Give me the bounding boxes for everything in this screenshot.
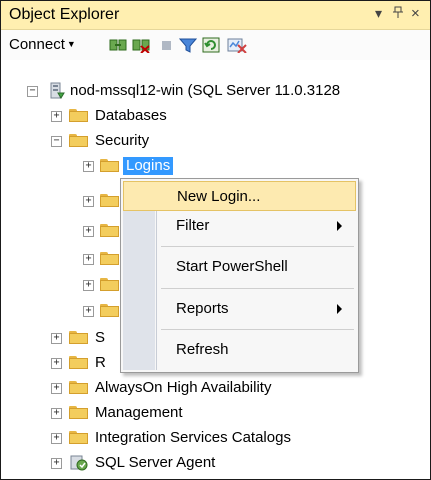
menu-item-label: Reports (176, 300, 229, 317)
menu-separator (161, 246, 354, 247)
tree-label: S (95, 329, 106, 346)
tree-label: Integration Services Catalogs (95, 429, 291, 446)
menu-item-label: Refresh (176, 341, 229, 358)
expand-icon[interactable]: + (51, 333, 62, 344)
pin-icon[interactable] (393, 5, 403, 21)
panel-title-bar: Object Explorer ▾ × (1, 1, 430, 30)
tree-node-security[interactable]: − Security (1, 129, 430, 153)
expand-icon[interactable]: + (51, 111, 62, 122)
menu-separator (161, 288, 354, 289)
expand-icon[interactable]: + (83, 306, 94, 317)
tree-label: Management (95, 404, 183, 421)
expand-icon[interactable]: + (83, 280, 94, 291)
tree-node-logins[interactable]: + Logins (1, 154, 430, 178)
tree-node-security-child[interactable]: + (1, 273, 119, 297)
tree-node-server[interactable]: − nod-mssql12-win (SQL Server 11.0.3128 (1, 79, 430, 103)
folder-icon (69, 109, 88, 122)
menu-item-reports[interactable]: Reports (123, 294, 356, 324)
menu-item-label: Filter (176, 217, 210, 234)
folder-icon (69, 331, 88, 344)
expand-icon[interactable]: + (83, 161, 94, 172)
tree-label: SQL Server Agent (95, 454, 216, 471)
expand-icon[interactable]: + (51, 433, 62, 444)
tree-node-security-child[interactable]: + (1, 219, 119, 243)
tree-node-server-objects[interactable]: + S (1, 326, 119, 350)
folder-icon (100, 278, 119, 291)
context-menu: New Login... Filter Start PowerShell Rep… (120, 178, 359, 373)
object-explorer-panel: Object Explorer ▾ × Connect ▼ − nod-mssq… (0, 0, 431, 480)
tree-node-alwayson[interactable]: + AlwaysOn High Availability (1, 376, 430, 400)
submenu-arrow-icon (337, 304, 342, 314)
expand-icon[interactable]: + (51, 383, 62, 394)
folder-icon (100, 194, 119, 207)
folder-icon (69, 431, 88, 444)
connect-label: Connect (9, 36, 65, 53)
folder-icon (100, 159, 119, 172)
toolbar: Connect ▼ (1, 30, 430, 60)
folder-icon (69, 356, 88, 369)
tree-node-replication[interactable]: + R (1, 351, 119, 375)
folder-icon (100, 304, 119, 317)
folder-icon (69, 134, 88, 147)
tree-node-security-child[interactable]: + (1, 247, 119, 271)
collapse-icon[interactable]: − (51, 136, 62, 147)
connect-button[interactable]: Connect ▼ (9, 36, 76, 53)
connect-object-explorer-icon[interactable] (109, 37, 127, 53)
menu-item-start-powershell[interactable]: Start PowerShell (123, 252, 356, 282)
expand-icon[interactable]: + (83, 196, 94, 207)
tree-node-sql-server-agent[interactable]: + SQL Server Agent (1, 451, 430, 475)
expand-icon[interactable]: + (83, 254, 94, 265)
tree-node-integration-services[interactable]: + Integration Services Catalogs (1, 426, 430, 450)
tree-label: AlwaysOn High Availability (95, 379, 272, 396)
stop-icon[interactable] (158, 37, 176, 53)
panel-title: Object Explorer (9, 6, 120, 23)
expand-icon[interactable]: + (83, 226, 94, 237)
tree-node-databases[interactable]: + Databases (1, 104, 430, 128)
tree-node-security-child[interactable]: + (1, 299, 119, 323)
server-name: nod-mssql12-win (SQL Server 11.0.3128 (70, 82, 341, 99)
menu-item-refresh[interactable]: Refresh (123, 335, 356, 365)
menu-item-label: New Login... (177, 188, 261, 205)
tree-node-security-child[interactable]: + (1, 189, 119, 213)
tree-node-management[interactable]: + Management (1, 401, 430, 425)
folder-icon (69, 381, 88, 394)
activity-monitor-icon[interactable] (227, 37, 247, 54)
folder-icon (100, 252, 119, 265)
menu-item-new-login[interactable]: New Login... (123, 181, 356, 211)
filter-icon[interactable] (178, 37, 198, 53)
tree-label: Security (95, 132, 150, 149)
disconnect-icon[interactable] (132, 37, 150, 54)
window-position-icon[interactable]: ▾ (375, 5, 382, 22)
expand-icon[interactable]: + (51, 408, 62, 419)
collapse-icon[interactable]: − (27, 86, 38, 97)
tree-label: R (95, 354, 106, 371)
selected-tree-label: Logins (123, 157, 174, 175)
agent-icon (69, 453, 89, 479)
refresh-icon[interactable] (202, 37, 220, 53)
tree-label: Databases (95, 107, 167, 124)
menu-separator (161, 329, 354, 330)
expand-icon[interactable]: + (51, 458, 62, 469)
menu-item-label: Start PowerShell (176, 258, 288, 275)
chevron-down-icon: ▼ (66, 39, 76, 49)
folder-icon (100, 224, 119, 237)
close-icon[interactable]: × (411, 5, 420, 22)
folder-icon (69, 406, 88, 419)
menu-item-filter[interactable]: Filter (123, 211, 356, 241)
expand-icon[interactable]: + (51, 358, 62, 369)
submenu-arrow-icon (337, 221, 342, 231)
